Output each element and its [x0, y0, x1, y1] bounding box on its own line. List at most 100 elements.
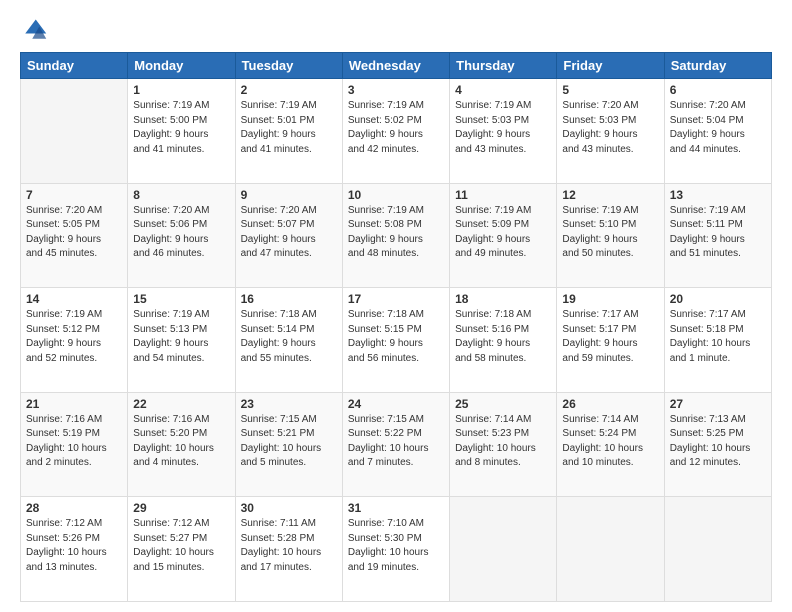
- day-detail: Sunrise: 7:19 AMSunset: 5:02 PMDaylight:…: [348, 99, 444, 157]
- day-detail: Sunrise: 7:15 AMSunset: 5:21 PMDaylight:…: [241, 413, 337, 471]
- logo-icon: [20, 16, 48, 44]
- day-detail: Sunrise: 7:19 AMSunset: 5:00 PMDaylight:…: [133, 99, 229, 157]
- day-number: 31: [348, 501, 444, 515]
- day-detail: Sunrise: 7:19 AMSunset: 5:10 PMDaylight:…: [562, 204, 658, 262]
- calendar-cell: 12 Sunrise: 7:19 AMSunset: 5:10 PMDayligh…: [557, 183, 664, 288]
- week-row-3: 21 Sunrise: 7:16 AMSunset: 5:19 PMDayligh…: [21, 392, 772, 497]
- weekday-header-wednesday: Wednesday: [342, 53, 449, 79]
- calendar-cell: 17 Sunrise: 7:18 AMSunset: 5:15 PMDayligh…: [342, 288, 449, 393]
- day-number: 19: [562, 292, 658, 306]
- day-number: 7: [26, 188, 122, 202]
- day-detail: Sunrise: 7:10 AMSunset: 5:30 PMDaylight:…: [348, 517, 444, 575]
- calendar-cell: 19 Sunrise: 7:17 AMSunset: 5:17 PMDayligh…: [557, 288, 664, 393]
- calendar-cell: 16 Sunrise: 7:18 AMSunset: 5:14 PMDayligh…: [235, 288, 342, 393]
- day-number: 28: [26, 501, 122, 515]
- weekday-header-tuesday: Tuesday: [235, 53, 342, 79]
- weekday-header-friday: Friday: [557, 53, 664, 79]
- calendar-cell: 11 Sunrise: 7:19 AMSunset: 5:09 PMDayligh…: [450, 183, 557, 288]
- day-number: 11: [455, 188, 551, 202]
- calendar-cell: 14 Sunrise: 7:19 AMSunset: 5:12 PMDayligh…: [21, 288, 128, 393]
- calendar-cell: [664, 497, 771, 602]
- calendar-cell: 15Sunrise: 7:19 AMSunset: 5:13 PMDayligh…: [128, 288, 235, 393]
- weekday-header-thursday: Thursday: [450, 53, 557, 79]
- day-detail: Sunrise: 7:19 AMSunset: 5:01 PMDaylight:…: [241, 99, 337, 157]
- day-detail: Sunrise: 7:14 AMSunset: 5:24 PMDaylight:…: [562, 413, 658, 471]
- day-number: 1: [133, 83, 229, 97]
- calendar-cell: 20 Sunrise: 7:17 AMSunset: 5:18 PMDayligh…: [664, 288, 771, 393]
- day-detail: Sunrise: 7:19 AMSunset: 5:13 PMDaylight:…: [133, 308, 229, 366]
- day-number: 12: [562, 188, 658, 202]
- day-number: 20: [670, 292, 766, 306]
- day-number: 6: [670, 83, 766, 97]
- day-number: 2: [241, 83, 337, 97]
- header: [20, 16, 772, 44]
- calendar-cell: 4Sunrise: 7:19 AMSunset: 5:03 PMDaylight…: [450, 79, 557, 184]
- day-detail: Sunrise: 7:16 AMSunset: 5:19 PMDaylight:…: [26, 413, 122, 471]
- calendar-cell: 21 Sunrise: 7:16 AMSunset: 5:19 PMDayligh…: [21, 392, 128, 497]
- day-number: 25: [455, 397, 551, 411]
- calendar-cell: 8 Sunrise: 7:20 AMSunset: 5:06 PMDaylight…: [128, 183, 235, 288]
- calendar-cell: 13 Sunrise: 7:19 AMSunset: 5:11 PMDayligh…: [664, 183, 771, 288]
- calendar-cell: 1 Sunrise: 7:19 AMSunset: 5:00 PMDaylight…: [128, 79, 235, 184]
- day-detail: Sunrise: 7:20 AMSunset: 5:05 PMDaylight:…: [26, 204, 122, 262]
- day-number: 13: [670, 188, 766, 202]
- calendar-cell: 25 Sunrise: 7:14 AMSunset: 5:23 PMDayligh…: [450, 392, 557, 497]
- calendar-cell: 2 Sunrise: 7:19 AMSunset: 5:01 PMDaylight…: [235, 79, 342, 184]
- week-row-4: 28 Sunrise: 7:12 AMSunset: 5:26 PMDayligh…: [21, 497, 772, 602]
- day-number: 24: [348, 397, 444, 411]
- day-detail: Sunrise: 7:19 AMSunset: 5:03 PMDaylight:…: [455, 99, 551, 157]
- calendar-cell: 10 Sunrise: 7:19 AMSunset: 5:08 PMDayligh…: [342, 183, 449, 288]
- day-detail: Sunrise: 7:14 AMSunset: 5:23 PMDaylight:…: [455, 413, 551, 471]
- week-row-0: 1 Sunrise: 7:19 AMSunset: 5:00 PMDaylight…: [21, 79, 772, 184]
- weekday-header-sunday: Sunday: [21, 53, 128, 79]
- day-number: 23: [241, 397, 337, 411]
- day-number: 27: [670, 397, 766, 411]
- logo: [20, 16, 52, 44]
- calendar-cell: 24 Sunrise: 7:15 AMSunset: 5:22 PMDayligh…: [342, 392, 449, 497]
- day-detail: Sunrise: 7:18 AMSunset: 5:14 PMDaylight:…: [241, 308, 337, 366]
- day-detail: Sunrise: 7:20 AMSunset: 5:07 PMDaylight:…: [241, 204, 337, 262]
- day-number: 17: [348, 292, 444, 306]
- weekday-header-saturday: Saturday: [664, 53, 771, 79]
- day-detail: Sunrise: 7:19 AMSunset: 5:09 PMDaylight:…: [455, 204, 551, 262]
- day-detail: Sunrise: 7:19 AMSunset: 5:11 PMDaylight:…: [670, 204, 766, 262]
- calendar-cell: 26 Sunrise: 7:14 AMSunset: 5:24 PMDayligh…: [557, 392, 664, 497]
- day-number: 21: [26, 397, 122, 411]
- calendar-cell: [21, 79, 128, 184]
- day-number: 16: [241, 292, 337, 306]
- day-number: 5: [562, 83, 658, 97]
- day-number: 30: [241, 501, 337, 515]
- day-detail: Sunrise: 7:20 AMSunset: 5:04 PMDaylight:…: [670, 99, 766, 157]
- calendar-cell: 9Sunrise: 7:20 AMSunset: 5:07 PMDaylight…: [235, 183, 342, 288]
- day-number: 29: [133, 501, 229, 515]
- day-number: 14: [26, 292, 122, 306]
- calendar-cell: 3 Sunrise: 7:19 AMSunset: 5:02 PMDaylight…: [342, 79, 449, 184]
- day-number: 3: [348, 83, 444, 97]
- day-detail: Sunrise: 7:15 AMSunset: 5:22 PMDaylight:…: [348, 413, 444, 471]
- calendar-cell: 6 Sunrise: 7:20 AMSunset: 5:04 PMDaylight…: [664, 79, 771, 184]
- week-row-2: 14 Sunrise: 7:19 AMSunset: 5:12 PMDayligh…: [21, 288, 772, 393]
- day-detail: Sunrise: 7:20 AMSunset: 5:03 PMDaylight:…: [562, 99, 658, 157]
- day-detail: Sunrise: 7:13 AMSunset: 5:25 PMDaylight:…: [670, 413, 766, 471]
- day-number: 18: [455, 292, 551, 306]
- calendar-cell: 27 Sunrise: 7:13 AMSunset: 5:25 PMDayligh…: [664, 392, 771, 497]
- day-number: 10: [348, 188, 444, 202]
- calendar-cell: 22Sunrise: 7:16 AMSunset: 5:20 PMDayligh…: [128, 392, 235, 497]
- page: SundayMondayTuesdayWednesdayThursdayFrid…: [0, 0, 792, 612]
- calendar-cell: 29 Sunrise: 7:12 AMSunset: 5:27 PMDayligh…: [128, 497, 235, 602]
- calendar-cell: [450, 497, 557, 602]
- day-detail: Sunrise: 7:12 AMSunset: 5:26 PMDaylight:…: [26, 517, 122, 575]
- day-detail: Sunrise: 7:19 AMSunset: 5:08 PMDaylight:…: [348, 204, 444, 262]
- calendar-cell: [557, 497, 664, 602]
- day-number: 8: [133, 188, 229, 202]
- day-detail: Sunrise: 7:19 AMSunset: 5:12 PMDaylight:…: [26, 308, 122, 366]
- day-detail: Sunrise: 7:17 AMSunset: 5:18 PMDaylight:…: [670, 308, 766, 366]
- calendar-cell: 31 Sunrise: 7:10 AMSunset: 5:30 PMDayligh…: [342, 497, 449, 602]
- day-detail: Sunrise: 7:20 AMSunset: 5:06 PMDaylight:…: [133, 204, 229, 262]
- calendar-cell: 23 Sunrise: 7:15 AMSunset: 5:21 PMDayligh…: [235, 392, 342, 497]
- day-detail: Sunrise: 7:18 AMSunset: 5:15 PMDaylight:…: [348, 308, 444, 366]
- day-detail: Sunrise: 7:12 AMSunset: 5:27 PMDaylight:…: [133, 517, 229, 575]
- day-detail: Sunrise: 7:17 AMSunset: 5:17 PMDaylight:…: [562, 308, 658, 366]
- day-number: 26: [562, 397, 658, 411]
- week-row-1: 7 Sunrise: 7:20 AMSunset: 5:05 PMDaylight…: [21, 183, 772, 288]
